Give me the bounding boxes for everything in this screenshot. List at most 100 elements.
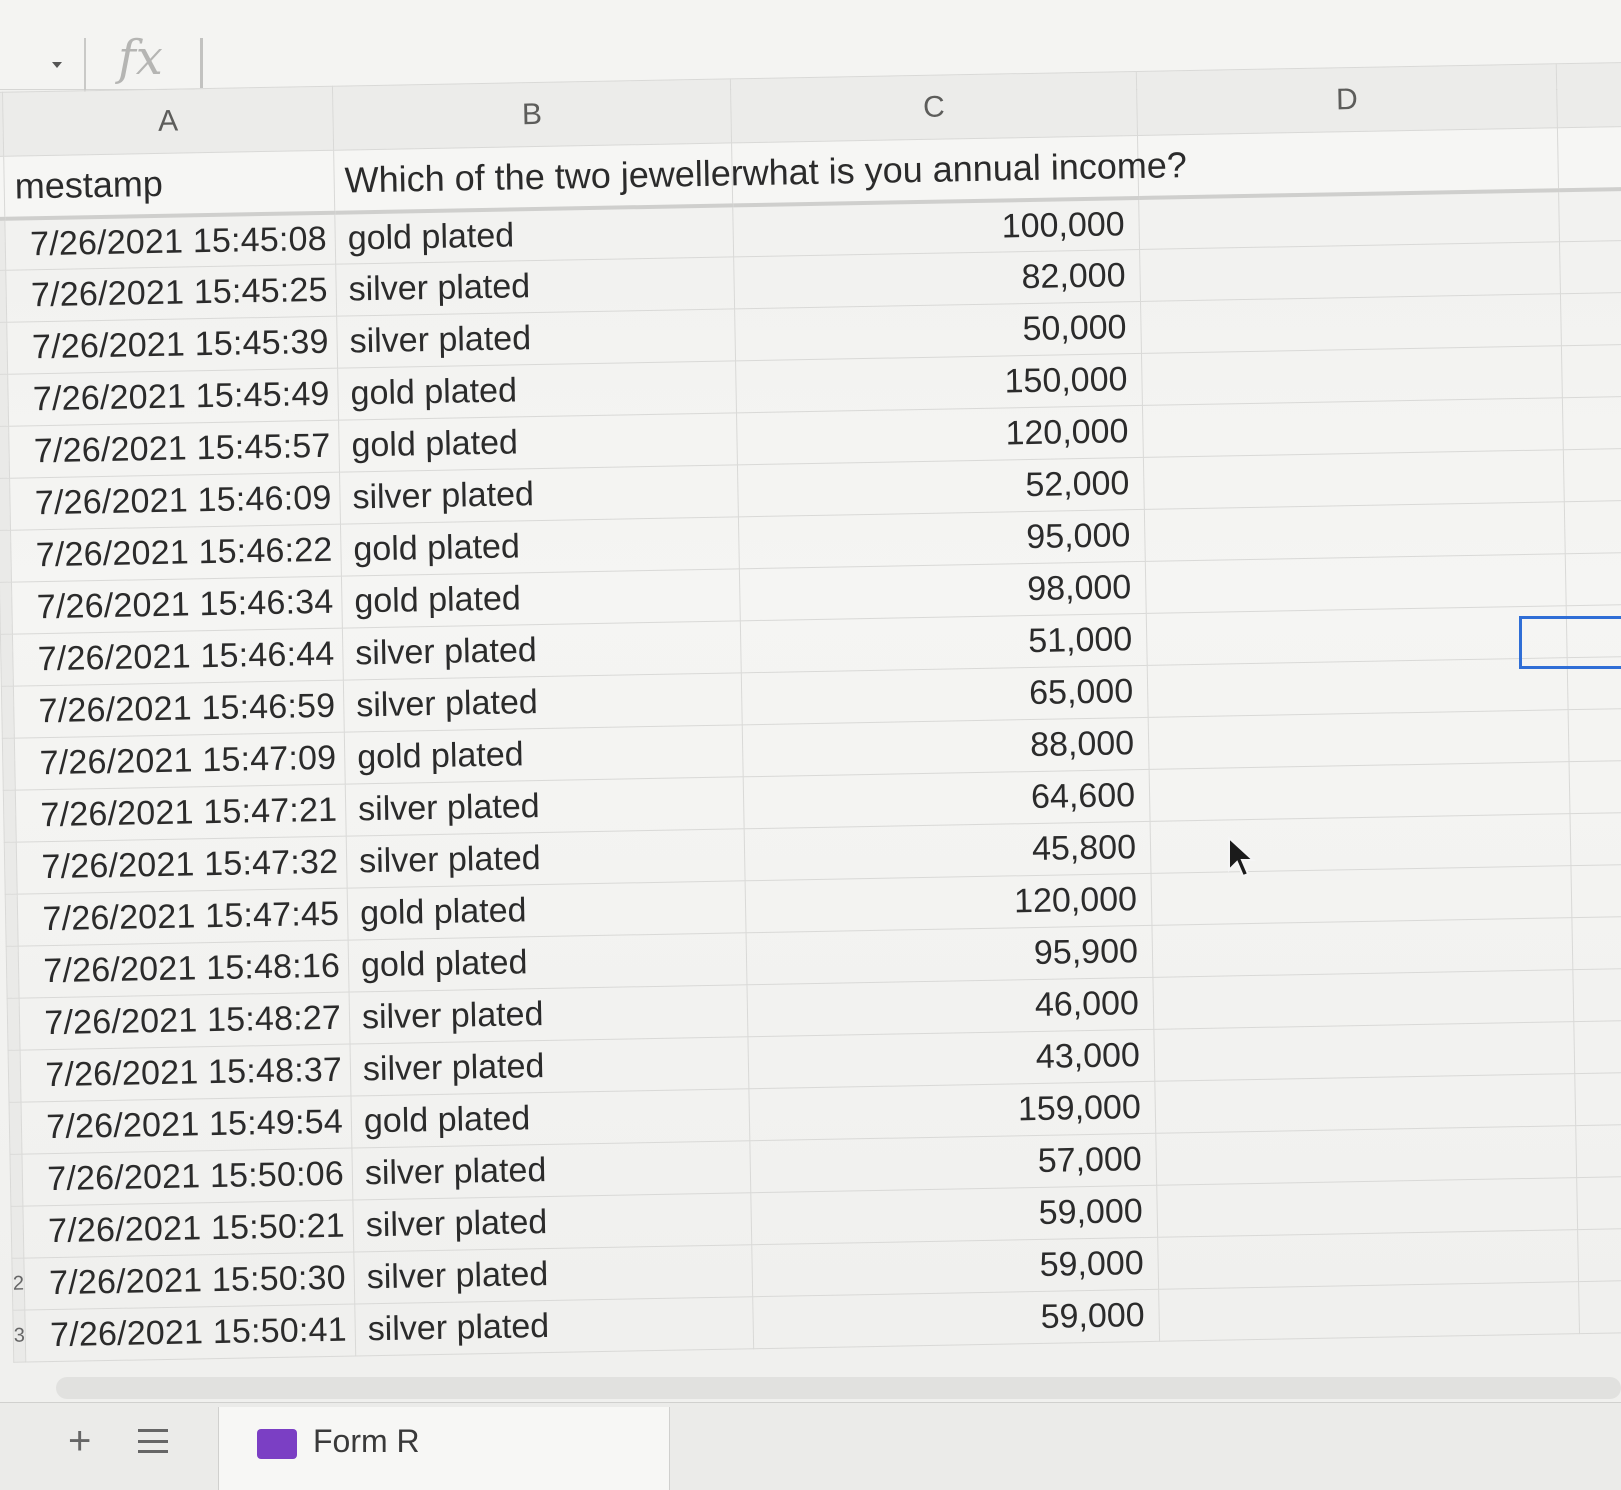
choice-cell[interactable]: silver plated xyxy=(352,1192,752,1253)
empty-cell[interactable] xyxy=(1140,293,1562,354)
income-cell[interactable]: 100,000 xyxy=(732,197,1140,257)
empty-cell[interactable] xyxy=(1141,345,1563,406)
timestamp-cell[interactable]: 7/26/2021 15:46:59 xyxy=(13,680,345,739)
horizontal-scrollbar[interactable] xyxy=(56,1377,1621,1399)
empty-cell[interactable] xyxy=(1153,1021,1575,1082)
timestamp-cell[interactable]: 7/26/2021 15:45:08 xyxy=(4,212,336,271)
choice-cell[interactable]: gold plated xyxy=(338,412,738,473)
choice-cell[interactable]: silver plated xyxy=(345,776,745,837)
choice-cell[interactable]: silver plated xyxy=(336,308,736,369)
row-number[interactable] xyxy=(0,634,14,687)
choice-cell[interactable]: gold plated xyxy=(340,516,740,577)
income-cell[interactable]: 57,000 xyxy=(749,1133,1157,1193)
empty-cell[interactable] xyxy=(1568,707,1621,762)
choice-cell[interactable]: gold plated xyxy=(347,880,747,941)
timestamp-cell[interactable]: 7/26/2021 15:47:45 xyxy=(17,888,349,947)
empty-cell[interactable] xyxy=(1151,917,1573,978)
timestamp-cell[interactable]: 7/26/2021 15:49:54 xyxy=(21,1096,352,1155)
row-number[interactable] xyxy=(6,946,20,999)
empty-cell[interactable] xyxy=(1573,1019,1621,1074)
all-sheets-icon[interactable] xyxy=(138,1429,168,1453)
row-number[interactable] xyxy=(2,738,16,791)
column-header-e[interactable] xyxy=(1556,62,1621,128)
income-cell[interactable]: 43,000 xyxy=(747,1029,1155,1089)
empty-cell[interactable] xyxy=(1578,1279,1621,1334)
timestamp-cell[interactable]: 7/26/2021 15:47:09 xyxy=(14,732,346,791)
timestamp-cell[interactable]: 7/26/2021 15:46:09 xyxy=(9,472,341,531)
empty-cell[interactable] xyxy=(1570,863,1621,918)
income-cell[interactable]: 64,600 xyxy=(743,769,1151,829)
row-number[interactable]: 3 xyxy=(12,1310,26,1363)
empty-cell[interactable] xyxy=(1155,1125,1577,1186)
cell-d1[interactable] xyxy=(1137,127,1559,198)
timestamp-cell[interactable]: 7/26/2021 15:45:25 xyxy=(5,264,337,323)
empty-cell[interactable] xyxy=(1576,1175,1621,1230)
timestamp-cell[interactable]: 7/26/2021 15:47:21 xyxy=(15,784,347,843)
column-header-a[interactable]: A xyxy=(2,86,334,157)
income-cell[interactable]: 88,000 xyxy=(742,717,1150,777)
choice-cell[interactable]: silver plated xyxy=(343,672,743,733)
add-sheet-icon[interactable]: + xyxy=(68,1421,91,1461)
empty-cell[interactable] xyxy=(1577,1227,1621,1282)
choice-cell[interactable]: gold plated xyxy=(341,568,741,629)
empty-cell[interactable] xyxy=(1146,605,1568,666)
empty-cell[interactable] xyxy=(1150,813,1571,874)
empty-cell[interactable] xyxy=(1145,553,1567,614)
timestamp-cell[interactable]: 7/26/2021 15:50:06 xyxy=(21,1148,353,1207)
cell-e1[interactable] xyxy=(1557,126,1621,190)
choice-cell[interactable]: gold plated xyxy=(334,204,734,265)
empty-cell[interactable] xyxy=(1558,188,1621,242)
income-cell[interactable]: 95,000 xyxy=(738,509,1146,569)
timestamp-cell[interactable]: 7/26/2021 15:50:21 xyxy=(22,1200,354,1259)
income-cell[interactable]: 120,000 xyxy=(736,405,1144,465)
empty-cell[interactable] xyxy=(1156,1177,1578,1238)
choice-cell[interactable]: silver plated xyxy=(346,828,746,889)
timestamp-cell[interactable]: 7/26/2021 15:48:37 xyxy=(20,1044,351,1103)
income-cell[interactable]: 50,000 xyxy=(734,301,1142,361)
empty-cell[interactable] xyxy=(1138,189,1560,250)
timestamp-cell[interactable]: 7/26/2021 15:45:57 xyxy=(8,420,340,479)
empty-cell[interactable] xyxy=(1562,396,1621,450)
empty-cell[interactable] xyxy=(1571,915,1621,970)
empty-cell[interactable] xyxy=(1157,1229,1579,1290)
choice-cell[interactable]: gold plated xyxy=(350,1088,750,1149)
empty-cell[interactable] xyxy=(1148,709,1570,770)
income-cell[interactable]: 51,000 xyxy=(740,613,1148,673)
row-number[interactable] xyxy=(1,686,15,739)
choice-cell[interactable]: silver plated xyxy=(350,1036,749,1097)
income-cell[interactable]: 150,000 xyxy=(735,353,1143,413)
timestamp-cell[interactable]: 7/26/2021 15:45:39 xyxy=(6,316,338,375)
empty-cell[interactable] xyxy=(1144,501,1566,562)
income-cell[interactable]: 120,000 xyxy=(745,873,1152,933)
row-number[interactable] xyxy=(4,842,18,895)
empty-cell[interactable] xyxy=(1151,865,1572,926)
income-cell[interactable]: 82,000 xyxy=(733,249,1141,309)
empty-cell[interactable] xyxy=(1143,449,1565,510)
income-cell[interactable]: 59,000 xyxy=(752,1289,1160,1349)
column-header-d[interactable]: D xyxy=(1136,63,1558,136)
row-number[interactable] xyxy=(5,894,19,947)
row-number[interactable] xyxy=(0,582,13,635)
income-cell[interactable]: 52,000 xyxy=(737,457,1145,517)
row-number[interactable] xyxy=(7,998,21,1051)
column-header-c[interactable]: C xyxy=(730,71,1138,143)
row-number[interactable] xyxy=(10,1206,24,1259)
income-cell[interactable]: 45,800 xyxy=(744,821,1152,881)
income-cell[interactable]: 95,900 xyxy=(746,925,1153,985)
choice-cell[interactable]: silver plated xyxy=(354,1296,754,1357)
empty-cell[interactable] xyxy=(1563,448,1621,502)
selected-cell[interactable] xyxy=(1519,616,1621,669)
choice-cell[interactable]: silver plated xyxy=(335,256,735,317)
empty-cell[interactable] xyxy=(1152,969,1574,1030)
row-number[interactable] xyxy=(9,1154,23,1207)
timestamp-cell[interactable]: 7/26/2021 15:50:30 xyxy=(23,1252,355,1311)
row-number[interactable] xyxy=(8,1050,22,1103)
choice-cell[interactable]: silver plated xyxy=(339,464,739,525)
cell-b1[interactable]: Which of the two jeweller xyxy=(333,142,743,213)
choice-cell[interactable]: silver plated xyxy=(349,984,748,1045)
empty-cell[interactable] xyxy=(1560,292,1621,346)
empty-cell[interactable] xyxy=(1572,967,1621,1022)
cell-c1[interactable]: what is you annual income? xyxy=(731,135,1187,205)
income-cell[interactable]: 159,000 xyxy=(748,1081,1156,1141)
income-cell[interactable]: 59,000 xyxy=(750,1185,1158,1245)
